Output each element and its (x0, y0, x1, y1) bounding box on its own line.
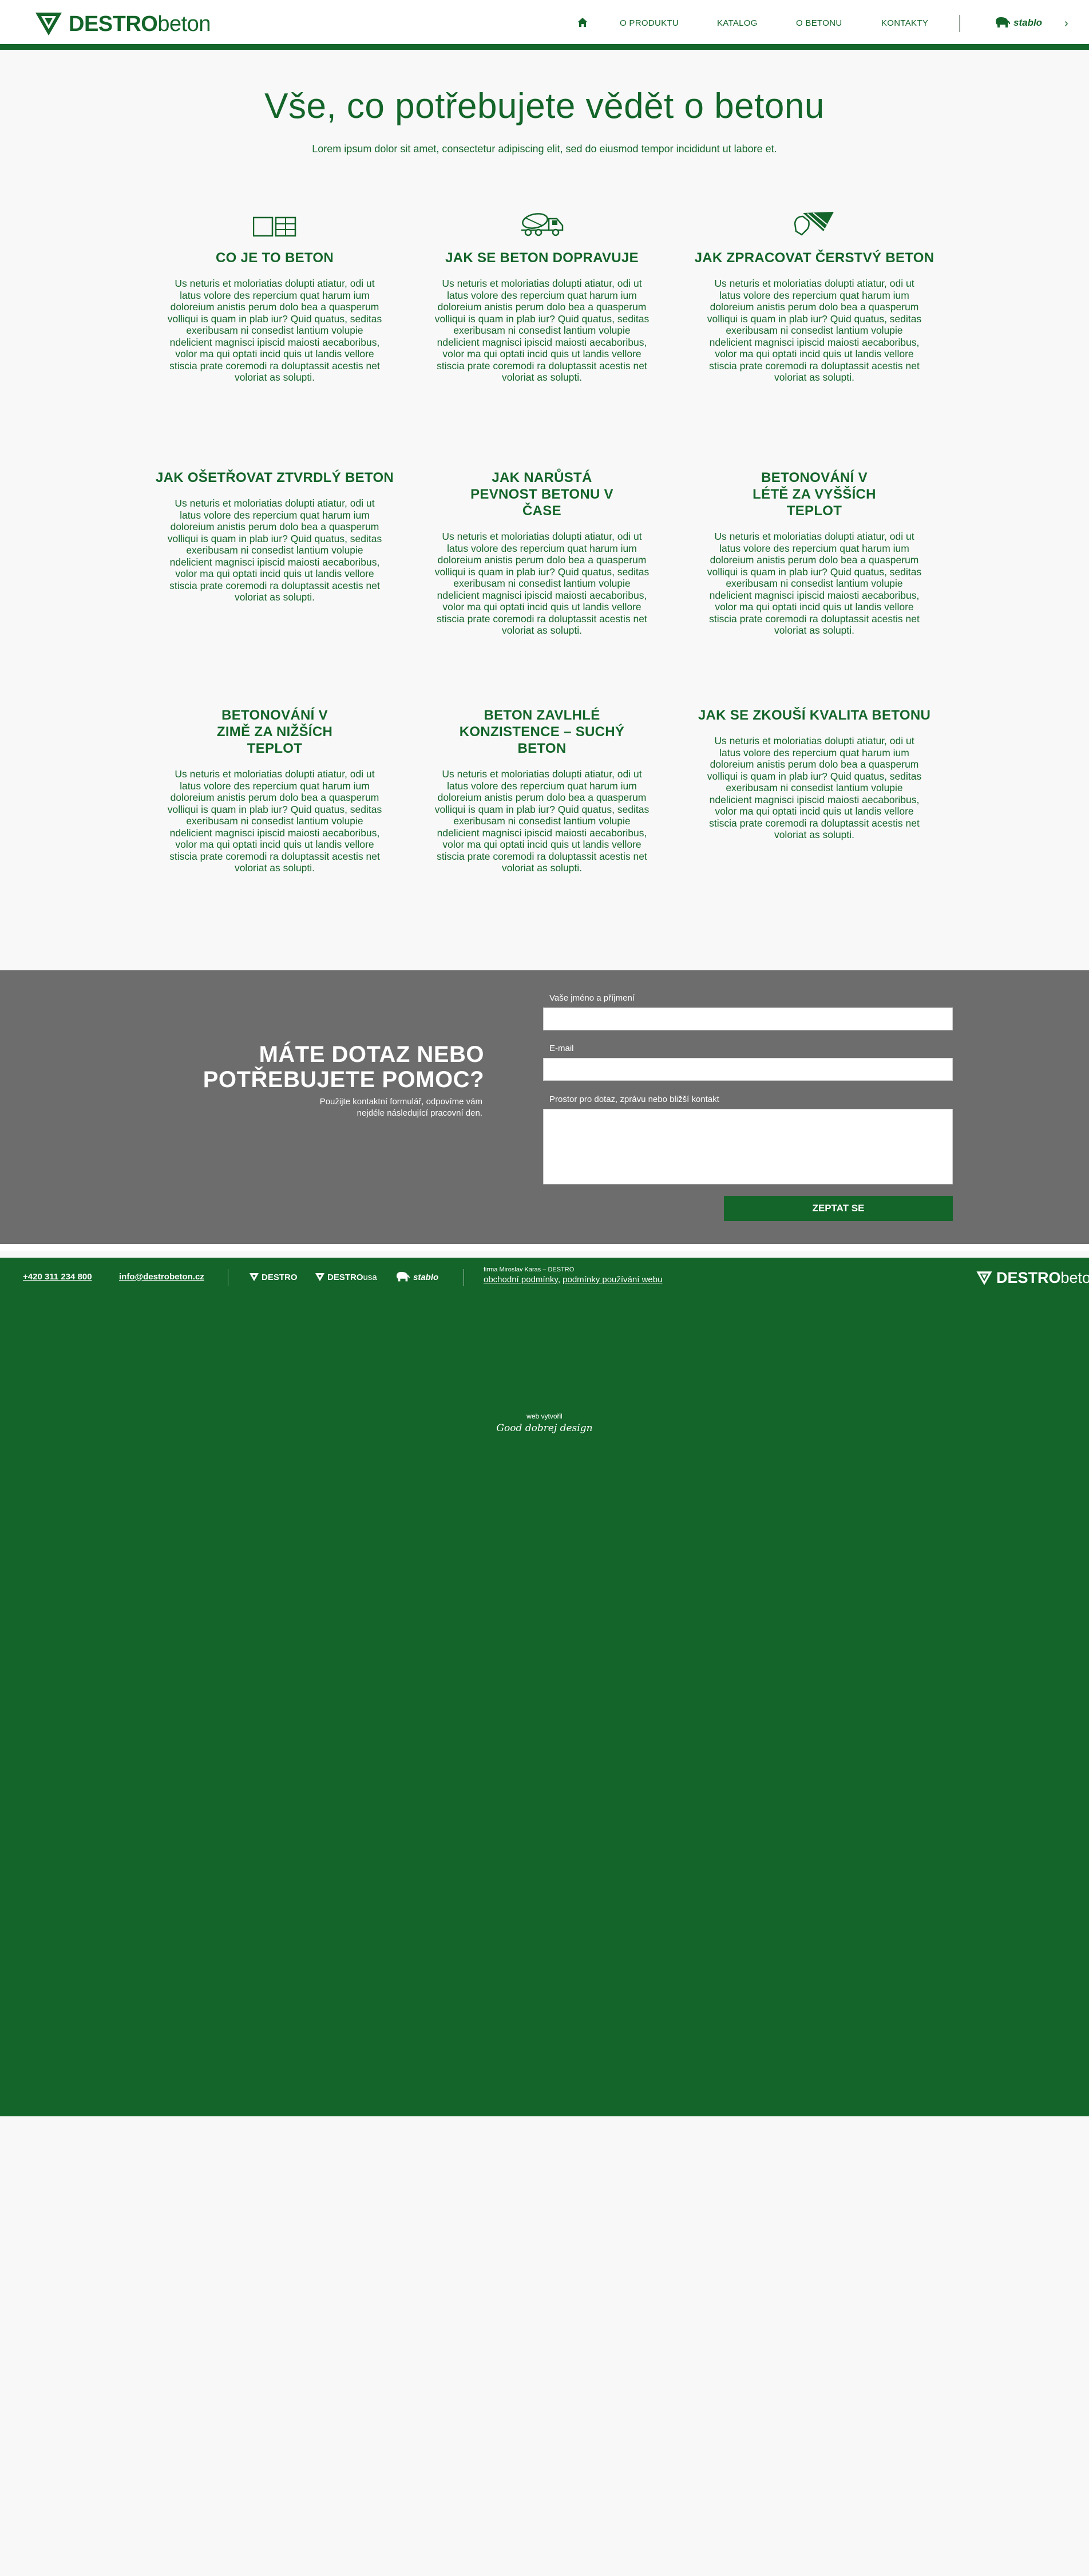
trowel-hand-icon (794, 212, 834, 236)
topic-card-suchy-beton[interactable]: BETON ZAVLHLÉ KONZISTENCE – SUCHÝ BETON … (422, 707, 662, 874)
topic-text: Us neturis et moloriatias dolupti atiatu… (167, 768, 382, 874)
submit-button[interactable]: ZEPTAT SE (724, 1196, 953, 1221)
nav-o-betonu[interactable]: O BETONU (796, 18, 842, 28)
footer-brand-destro-label: DESTRO (262, 1272, 298, 1282)
nav-o-produktu[interactable]: O PRODUKTU (620, 18, 679, 28)
destro-triangle-icon (250, 1273, 259, 1281)
destrobeton-logo[interactable]: DESTRObeton (34, 10, 211, 38)
page-subtitle: Lorem ipsum dolor sit amet, consectetur … (312, 143, 777, 155)
topic-card-kvalita[interactable]: JAK SE ZKOUŠÍ KVALITA BETONU Us neturis … (694, 707, 934, 841)
topic-text: Us neturis et moloriatias dolupti atiatu… (707, 278, 922, 383)
topic-text: Us neturis et moloriatias dolupti atiatu… (434, 278, 650, 383)
made-by-signature-link[interactable]: Good dobrej design (0, 1423, 1089, 1434)
concrete-blocks-icon (253, 216, 296, 237)
home-icon[interactable] (577, 17, 588, 27)
concrete-mixer-truck-icon (521, 213, 564, 236)
section-divider (0, 1244, 1089, 1251)
topic-card-zpracovani[interactable]: JAK ZPRACOVAT ČERSTVÝ BETON Us neturis e… (694, 207, 934, 384)
destro-triangle-logo-icon (976, 1271, 992, 1285)
destro-triangle-logo-icon (35, 13, 62, 35)
message-field-label: Prostor pro dotaz, zprávu nebo bližší ko… (549, 1095, 719, 1104)
contact-section: MÁTE DOTAZ NEBO POTŘEBUJETE POMOC? Použi… (0, 970, 1089, 1251)
topic-title: JAK ZPRACOVAT ČERSTVÝ BETON (694, 250, 934, 266)
topic-card-pevnost[interactable]: JAK NARŮSTÁ PEVNOST BETONU V ČASE Us net… (422, 469, 662, 637)
contact-heading: MÁTE DOTAZ NEBO POTŘEBUJETE POMOC? (203, 1042, 484, 1092)
email-field-label: E-mail (549, 1044, 574, 1053)
topic-text: Us neturis et moloriatias dolupti atiatu… (167, 497, 382, 603)
made-by: web vytvořil Good dobrej design (0, 1412, 1089, 1434)
terms-link[interactable]: obchodní podmínky (484, 1275, 558, 1285)
stablo-label: stablo (1013, 17, 1043, 28)
name-field-label: Vaše jméno a příjmení (549, 993, 635, 1003)
destro-triangle-icon (315, 1273, 324, 1281)
footer-brand-destro-usa[interactable]: DESTROusa (315, 1270, 377, 1284)
footer-terms: obchodní podmínky, podmínky používání we… (484, 1275, 663, 1285)
topic-text: Us neturis et moloriatias dolupti atiatu… (434, 531, 650, 636)
logo-wordmark: DESTRObeton (69, 12, 211, 36)
topic-title: JAK SE BETON DOPRAVUJE (445, 250, 639, 266)
footer-phone-link[interactable]: +420 311 234 800 (23, 1272, 92, 1282)
topic-title: BETONOVÁNÍ V ZIMĚ ZA NIŽŠÍCH TEPLOT (216, 708, 333, 756)
topic-title: BETON ZAVLHLÉ KONZISTENCE – SUCHÝ BETON (459, 708, 625, 756)
topic-card-co-je-to-beton[interactable]: CO JE TO BETON Us neturis et moloriatias… (155, 207, 395, 384)
topic-text: Us neturis et moloriatias dolupti atiatu… (167, 278, 382, 383)
site-footer: +420 311 234 800 info@destrobeton.cz DES… (0, 1258, 1089, 2116)
topic-text: Us neturis et moloriatias dolupti atiatu… (434, 768, 650, 874)
elephant-icon (397, 1271, 410, 1282)
topic-title: JAK OŠETŘOVAT ZTVRDLÝ BETON (155, 470, 394, 485)
topic-title: JAK NARŮSTÁ PEVNOST BETONU V ČASE (470, 470, 613, 519)
topic-title: CO JE TO BETON (215, 250, 334, 266)
chevron-right-icon[interactable]: › (1064, 17, 1068, 30)
name-input[interactable] (543, 1008, 953, 1030)
footer-brand-stablo[interactable]: stablo (395, 1270, 438, 1284)
email-input[interactable] (543, 1058, 953, 1081)
topic-title: BETONOVÁNÍ V LÉTĚ ZA VYŠŠÍCH TEPLOT (753, 470, 876, 519)
nav-katalog[interactable]: KATALOG (717, 18, 758, 28)
footer-email-link[interactable]: info@destrobeton.cz (119, 1272, 204, 1282)
nav-kontakty[interactable]: KONTAKTY (881, 18, 928, 28)
header-accent-bar (0, 44, 1089, 50)
footer-brand-destro[interactable]: DESTRO (249, 1270, 298, 1284)
message-textarea[interactable] (543, 1109, 953, 1184)
topic-card-doprava[interactable]: JAK SE BETON DOPRAVUJE Us neturis et mol… (422, 207, 662, 384)
topic-text: Us neturis et moloriatias dolupti atiatu… (707, 531, 922, 636)
topic-card-osetrovani[interactable]: JAK OŠETŘOVAT ZTVRDLÝ BETON Us neturis e… (155, 469, 395, 603)
stablo-link[interactable]: stablo (994, 15, 1042, 31)
footer-company: firma Miroslav Karas – DESTRO (484, 1266, 575, 1273)
web-terms-link[interactable]: podmínky používání webu (563, 1275, 662, 1285)
elephant-icon (996, 17, 1010, 27)
page-title: Vše, co potřebujete vědět o betonu (264, 86, 825, 126)
topic-text: Us neturis et moloriatias dolupti atiatu… (707, 735, 922, 840)
footer-destrobeton-logo[interactable]: DESTRObeton (976, 1269, 1089, 1287)
contact-note: Použijte kontaktní formulář, odpovíme vá… (319, 1097, 482, 1118)
nav-divider (959, 15, 960, 32)
topic-card-zima[interactable]: BETONOVÁNÍ V ZIMĚ ZA NIŽŠÍCH TEPLOT Us n… (155, 707, 395, 874)
topic-card-leto[interactable]: BETONOVÁNÍ V LÉTĚ ZA VYŠŠÍCH TEPLOT Us n… (694, 469, 934, 637)
topic-title: JAK SE ZKOUŠÍ KVALITA BETONU (698, 708, 931, 723)
made-by-label: web vytvořil (526, 1412, 563, 1420)
site-header: DESTRObeton O PRODUKTU KATALOG O BETONU … (0, 0, 1089, 46)
